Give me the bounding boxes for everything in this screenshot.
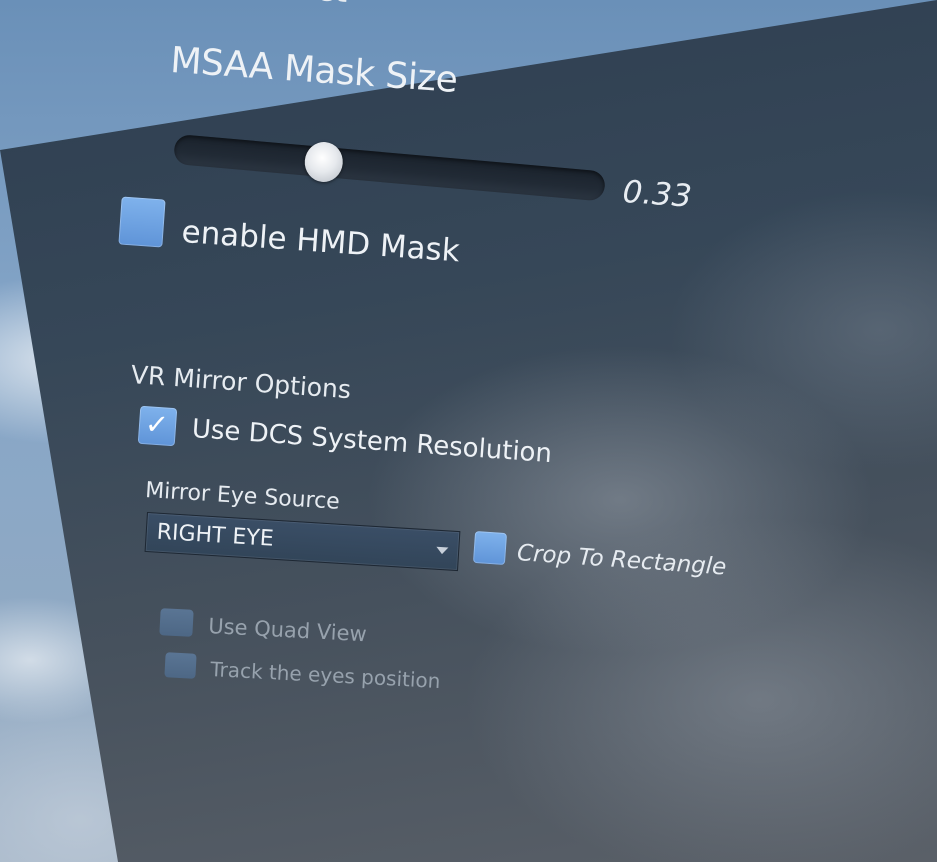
mirror-eye-source-value: RIGHT EYE	[156, 519, 275, 552]
section-heading-partial: Effect	[249, 0, 349, 11]
chevron-down-icon[interactable]	[435, 546, 449, 555]
use-quad-view-label[interactable]: Use Quad View	[208, 614, 368, 646]
mirror-eye-source-label: Mirror Eye Source	[144, 478, 341, 515]
track-eyes-position-label[interactable]: Track the eyes position	[210, 657, 441, 693]
slider-track[interactable]	[173, 133, 607, 202]
msaa-mask-size-label: MSAA Mask Size	[169, 40, 459, 101]
crop-to-rectangle-checkbox[interactable]	[472, 530, 508, 566]
mirror-eye-source-dropdown[interactable]: RIGHT EYE	[144, 512, 461, 572]
use-quad-view-checkbox[interactable]	[159, 608, 194, 637]
check-icon: ✓	[143, 407, 170, 442]
use-dcs-system-resolution-label[interactable]: Use DCS System Resolution	[191, 414, 553, 469]
enable-hmd-mask-label[interactable]: enable HMD Mask	[180, 214, 460, 269]
msaa-mask-size-slider[interactable]	[173, 130, 607, 207]
enable-hmd-mask-checkbox[interactable]	[118, 196, 166, 248]
msaa-mask-size-value: 0.33	[621, 174, 693, 215]
crop-to-rectangle-label[interactable]: Crop To Rectangle	[516, 540, 727, 581]
vr-settings-content: Effect MSAA Mask Size 0.33 enable HMD Ma…	[0, 0, 937, 862]
use-dcs-system-resolution-checkbox[interactable]: ✓	[137, 405, 178, 447]
track-eyes-position-checkbox[interactable]	[164, 652, 197, 679]
vr-mirror-options-title: VR Mirror Options	[129, 360, 352, 405]
